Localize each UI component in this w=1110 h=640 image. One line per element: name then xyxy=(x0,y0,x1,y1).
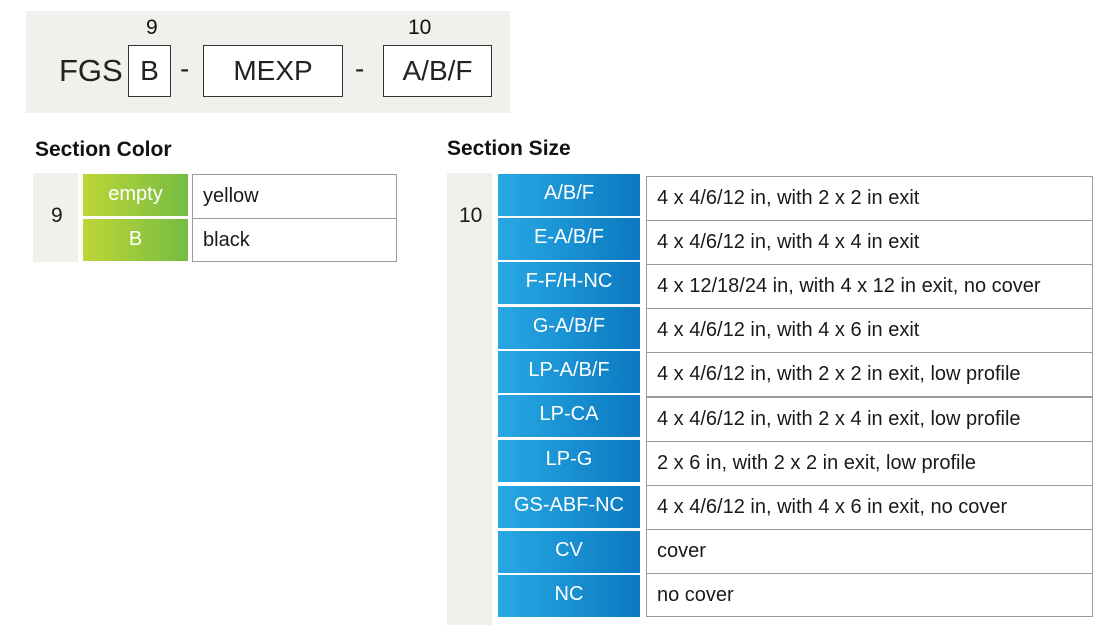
size-code-cell: LP-G xyxy=(498,440,640,482)
color-desc-cell: black xyxy=(192,218,397,262)
section-size-group-number: 10 xyxy=(459,204,483,227)
separator-dash-1: - xyxy=(180,53,190,84)
section-color-title: Section Color xyxy=(35,138,172,161)
size-desc-cell: no cover xyxy=(646,573,1093,617)
size-desc-cell: 2 x 6 in, with 2 x 2 in exit, low profil… xyxy=(646,441,1093,486)
field-10-number: 10 xyxy=(408,16,432,39)
size-code-cell: LP-CA xyxy=(498,395,640,437)
field-9-number: 9 xyxy=(146,16,158,39)
size-desc-cell: 4 x 12/18/24 in, with 4 x 12 in exit, no… xyxy=(646,264,1093,309)
color-desc-cell: yellow xyxy=(192,174,397,219)
size-code-cell: A/B/F xyxy=(498,174,640,216)
size-code-cell: F-F/H-NC xyxy=(498,262,640,304)
size-desc-cell: 4 x 4/6/12 in, with 4 x 6 in exit xyxy=(646,308,1093,353)
size-code-cell: LP-A/B/F xyxy=(498,351,640,393)
section-color-group-number: 9 xyxy=(51,204,63,227)
size-desc-cell: cover xyxy=(646,529,1093,574)
part-number-box: 9 10 FGS B - MEXP - A/B/F xyxy=(26,11,510,113)
part-prefix: FGS xyxy=(59,53,123,88)
size-desc-cell: 4 x 4/6/12 in, with 2 x 2 in exit xyxy=(646,176,1093,221)
section-color-group: 9 xyxy=(33,173,78,262)
size-desc-cell: 4 x 4/6/12 in, with 2 x 4 in exit, low p… xyxy=(646,397,1093,442)
size-desc-cell: 4 x 4/6/12 in, with 4 x 4 in exit xyxy=(646,220,1093,265)
size-code-cell: E-A/B/F xyxy=(498,218,640,260)
model-code: MEXP xyxy=(203,45,343,97)
section-size-title: Section Size xyxy=(447,137,571,160)
color-code-cell: empty xyxy=(83,174,188,216)
size-code-cell: G-A/B/F xyxy=(498,307,640,349)
section-size-group: 10 xyxy=(447,173,492,625)
separator-dash-2: - xyxy=(355,53,365,84)
size-desc-cell: 4 x 4/6/12 in, with 4 x 6 in exit, no co… xyxy=(646,485,1093,530)
field-9-value: B xyxy=(128,45,171,97)
size-code-cell: CV xyxy=(498,531,640,573)
size-code-cell: NC xyxy=(498,575,640,617)
size-code-cell: GS-ABF-NC xyxy=(498,486,640,528)
color-code-cell: B xyxy=(83,219,188,261)
field-10-value: A/B/F xyxy=(383,45,492,97)
size-desc-cell: 4 x 4/6/12 in, with 2 x 2 in exit, low p… xyxy=(646,352,1093,397)
